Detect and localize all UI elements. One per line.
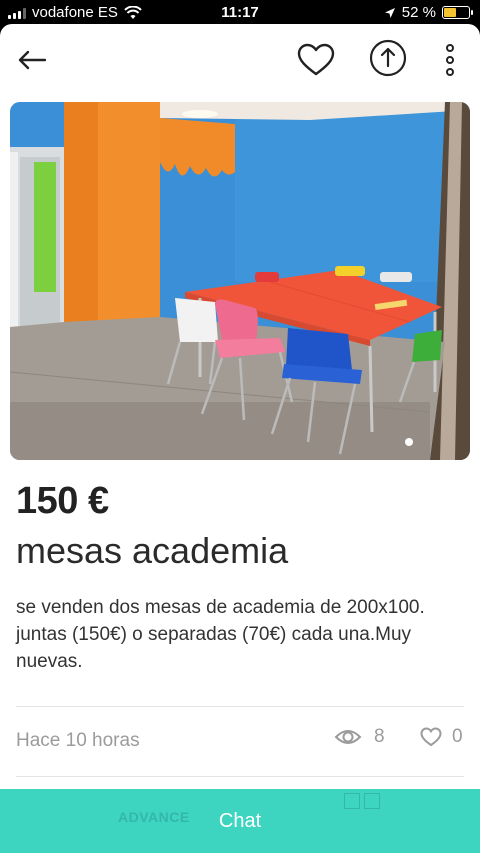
listing-price: 150 € — [16, 480, 109, 522]
status-left: vodafone ES — [8, 4, 142, 21]
likes-counter: 0 — [420, 726, 463, 748]
status-right: 52 % — [384, 4, 473, 21]
ad-banner-text: ADVANCE — [118, 809, 190, 825]
divider — [16, 776, 464, 777]
wifi-icon — [124, 5, 142, 19]
chat-button-label: Chat — [218, 809, 262, 832]
battery-icon — [442, 6, 473, 19]
status-bar: vodafone ES 11:17 52 % — [0, 0, 480, 26]
back-button[interactable] — [12, 42, 52, 78]
heart-outline-icon — [420, 727, 442, 747]
photo-pagination-dot — [405, 438, 413, 446]
share-button[interactable] — [366, 36, 410, 80]
heart-icon — [297, 43, 335, 76]
listing-description: se venden dos mesas de academia de 200x1… — [16, 597, 425, 672]
favorite-button[interactable] — [294, 40, 338, 80]
carrier-label: vodafone ES — [32, 4, 118, 21]
signal-icon — [8, 7, 26, 19]
classroom-photo-illustration — [10, 102, 470, 460]
share-icon — [369, 39, 407, 77]
published-time: Hace 10 horas — [16, 730, 140, 751]
ad-choices-icons — [344, 793, 380, 809]
eye-icon — [334, 730, 362, 744]
top-bar — [0, 24, 480, 94]
listing-meta-row: Hace 10 horas 8 0 — [16, 724, 464, 758]
more-vertical-icon — [446, 44, 454, 76]
arrow-left-icon — [18, 50, 47, 70]
location-icon — [384, 7, 395, 18]
more-options-button[interactable] — [436, 40, 464, 80]
listing-photo[interactable] — [10, 102, 470, 460]
listing-sheet: 150 € mesas academia se venden dos mesas… — [0, 24, 480, 853]
views-counter: 8 — [334, 726, 385, 748]
battery-percent: 52 % — [401, 4, 436, 21]
divider — [16, 706, 464, 707]
listing-title: mesas academia — [16, 530, 289, 571]
chat-button[interactable]: ADVANCE Chat — [0, 789, 480, 853]
battery-fill — [444, 8, 457, 17]
views-count: 8 — [374, 726, 385, 747]
likes-count: 0 — [452, 726, 463, 747]
